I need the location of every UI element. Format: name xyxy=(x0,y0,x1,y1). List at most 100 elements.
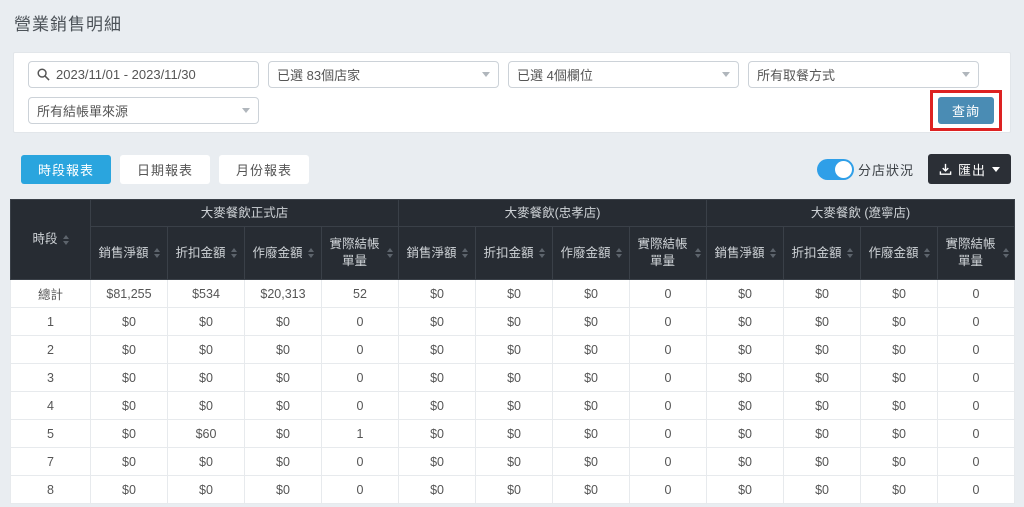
value-cell: $0 xyxy=(784,364,861,392)
value-cell: 0 xyxy=(322,476,399,504)
sort-arrows-icon xyxy=(154,248,160,258)
sort-arrows-icon xyxy=(616,248,622,258)
sales-report-table: 時段 大麥餐飲正式店 大麥餐飲(忠孝店) 大麥餐飲 (遼寧店) 銷售淨額折扣金額… xyxy=(10,199,1015,504)
value-cell: $0 xyxy=(245,476,322,504)
column-header-period-label: 時段 xyxy=(32,231,57,248)
value-cell: $0 xyxy=(707,280,784,308)
value-cell: $0 xyxy=(861,392,938,420)
value-cell: $0 xyxy=(553,308,630,336)
value-cell: $0 xyxy=(784,420,861,448)
metric-label: 實際結帳單量 xyxy=(327,236,382,270)
column-header-period[interactable]: 時段 xyxy=(11,200,91,280)
tab-month-report[interactable]: 月份報表 xyxy=(219,155,309,184)
column-header-metric[interactable]: 折扣金額 xyxy=(168,227,245,280)
value-cell: $0 xyxy=(553,476,630,504)
table-row: 5$0$60$01$0$0$00$0$0$00 xyxy=(11,420,1015,448)
column-header-metric[interactable]: 作廢金額 xyxy=(861,227,938,280)
value-cell: $0 xyxy=(784,336,861,364)
value-cell: $0 xyxy=(861,448,938,476)
tab-period-report[interactable]: 時段報表 xyxy=(21,155,111,184)
value-cell: 0 xyxy=(630,308,707,336)
value-cell: $0 xyxy=(476,476,553,504)
column-header-metric[interactable]: 作廢金額 xyxy=(245,227,322,280)
receipt-source-select[interactable]: 所有結帳單來源 xyxy=(28,97,259,124)
value-cell: $0 xyxy=(553,420,630,448)
sort-arrows-icon xyxy=(231,248,237,258)
column-header-metric[interactable]: 實際結帳單量 xyxy=(322,227,399,280)
value-cell: $0 xyxy=(91,364,168,392)
metric-label: 作廢金額 xyxy=(252,245,302,262)
value-cell: $0 xyxy=(476,280,553,308)
column-header-metric[interactable]: 折扣金額 xyxy=(784,227,861,280)
table-row: 總計$81,255$534$20,31352$0$0$00$0$0$00 xyxy=(11,280,1015,308)
value-cell: $0 xyxy=(861,420,938,448)
value-cell: 0 xyxy=(630,336,707,364)
metric-label: 折扣金額 xyxy=(484,245,534,262)
value-cell: 0 xyxy=(630,364,707,392)
query-button[interactable]: 查詢 xyxy=(938,97,994,124)
branch-status-toggle[interactable] xyxy=(817,159,854,180)
table-row: 4$0$0$00$0$0$00$0$0$00 xyxy=(11,392,1015,420)
value-cell: 0 xyxy=(938,364,1015,392)
metric-label: 作廢金額 xyxy=(869,245,919,262)
value-cell: $0 xyxy=(91,476,168,504)
toggle-knob xyxy=(835,161,852,178)
export-button[interactable]: 匯出 xyxy=(928,154,1011,184)
value-cell: $0 xyxy=(399,364,476,392)
value-cell: $81,255 xyxy=(91,280,168,308)
value-cell: $0 xyxy=(91,336,168,364)
table-row: 7$0$0$00$0$0$00$0$0$00 xyxy=(11,448,1015,476)
tab-date-report[interactable]: 日期報表 xyxy=(120,155,210,184)
period-cell: 1 xyxy=(11,308,91,336)
column-header-metric[interactable]: 銷售淨額 xyxy=(707,227,784,280)
chevron-down-icon xyxy=(242,108,250,113)
value-cell: $0 xyxy=(784,476,861,504)
value-cell: $0 xyxy=(399,280,476,308)
period-cell: 3 xyxy=(11,364,91,392)
table-row: 1$0$0$00$0$0$00$0$0$00 xyxy=(11,308,1015,336)
value-cell: $0 xyxy=(168,476,245,504)
column-header-metric[interactable]: 作廢金額 xyxy=(553,227,630,280)
value-cell: $0 xyxy=(168,448,245,476)
column-header-metric[interactable]: 實際結帳單量 xyxy=(938,227,1015,280)
value-cell: $0 xyxy=(91,448,168,476)
chevron-down-icon xyxy=(722,72,730,77)
column-header-metric[interactable]: 銷售淨額 xyxy=(91,227,168,280)
group-header-store-3: 大麥餐飲 (遼寧店) xyxy=(707,200,1015,227)
period-cell: 5 xyxy=(11,420,91,448)
column-header-metric[interactable]: 銷售淨額 xyxy=(399,227,476,280)
value-cell: 0 xyxy=(630,280,707,308)
period-cell: 7 xyxy=(11,448,91,476)
sort-arrows-icon xyxy=(924,248,930,258)
date-range-field[interactable] xyxy=(28,61,259,88)
value-cell: $0 xyxy=(707,448,784,476)
value-cell: $0 xyxy=(245,364,322,392)
search-icon xyxy=(37,68,50,81)
value-cell: $0 xyxy=(245,308,322,336)
value-cell: $0 xyxy=(476,420,553,448)
value-cell: $60 xyxy=(168,420,245,448)
column-header-metric[interactable]: 實際結帳單量 xyxy=(630,227,707,280)
report-tabs: 時段報表 日期報表 月份報表 xyxy=(21,155,309,184)
value-cell: $0 xyxy=(784,448,861,476)
value-cell: $0 xyxy=(399,308,476,336)
store-select[interactable]: 已選 83個店家 xyxy=(268,61,499,88)
value-cell: 0 xyxy=(938,280,1015,308)
date-range-input[interactable] xyxy=(56,67,250,82)
pickup-method-select-value: 所有取餐方式 xyxy=(757,65,962,84)
value-cell: $0 xyxy=(245,448,322,476)
value-cell: 0 xyxy=(322,364,399,392)
chevron-down-icon xyxy=(962,72,970,77)
column-header-metric[interactable]: 折扣金額 xyxy=(476,227,553,280)
pickup-method-select[interactable]: 所有取餐方式 xyxy=(748,61,979,88)
sort-arrows-icon xyxy=(308,248,314,258)
table-row: 2$0$0$00$0$0$00$0$0$00 xyxy=(11,336,1015,364)
group-header-store-1: 大麥餐飲正式店 xyxy=(91,200,399,227)
value-cell: 0 xyxy=(938,420,1015,448)
value-cell: $0 xyxy=(784,308,861,336)
value-cell: $0 xyxy=(91,308,168,336)
value-cell: $20,313 xyxy=(245,280,322,308)
metric-label: 實際結帳單量 xyxy=(635,236,690,270)
value-cell: 0 xyxy=(322,336,399,364)
columns-select[interactable]: 已選 4個欄位 xyxy=(508,61,739,88)
